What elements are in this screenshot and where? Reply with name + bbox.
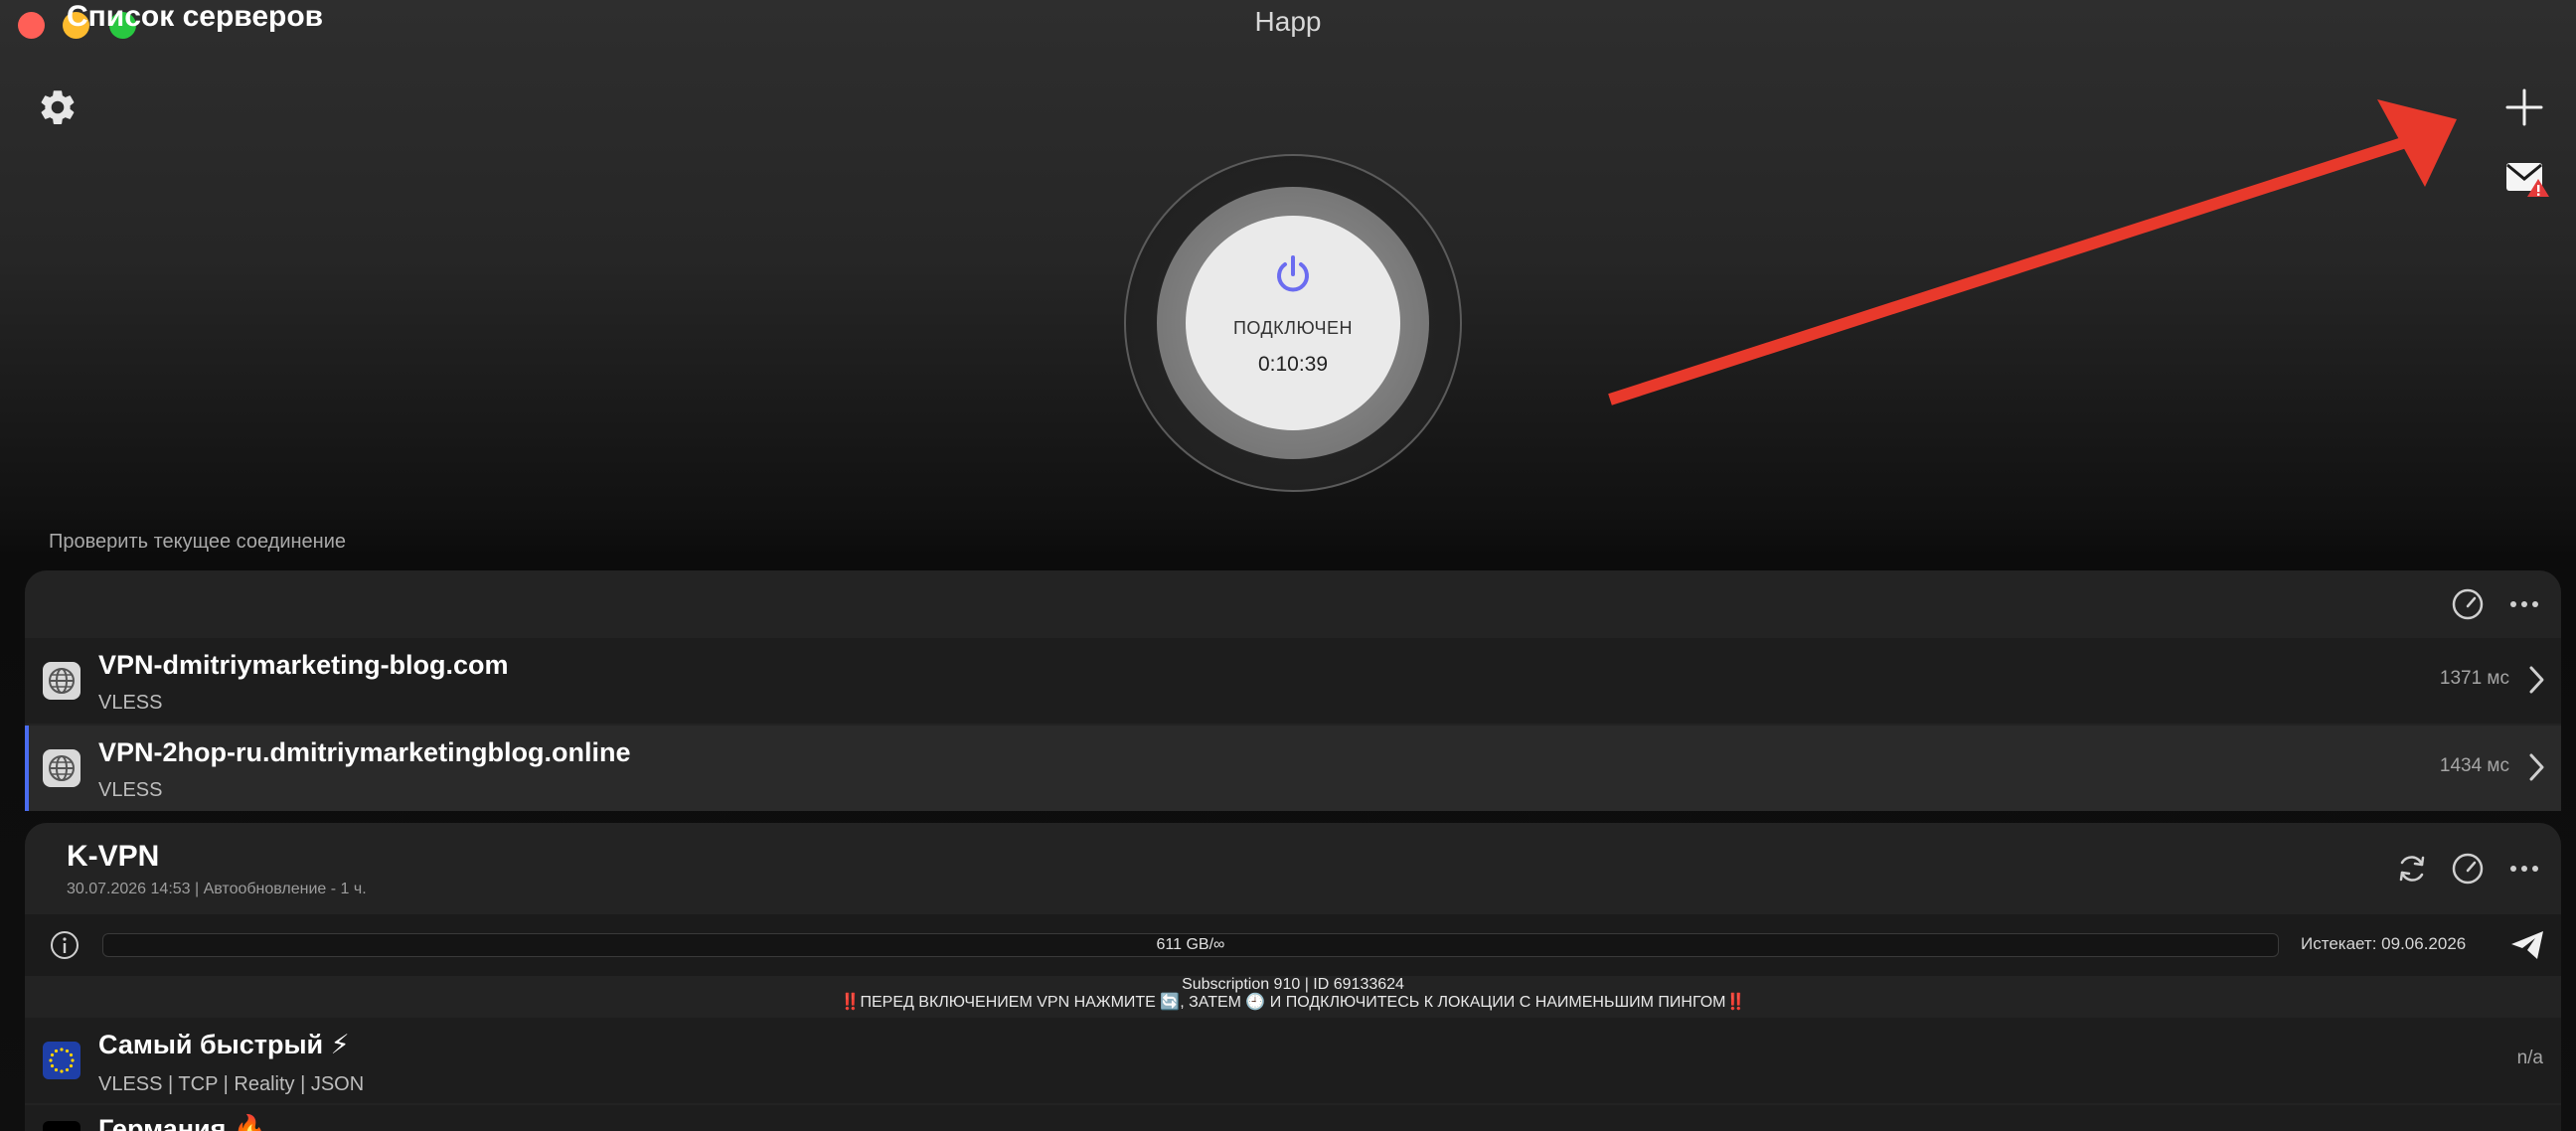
- connection-timer: 0:10:39: [1257, 352, 1329, 376]
- speedometer-icon: [2452, 588, 2484, 620]
- warning-mark: ‼️: [1725, 994, 1746, 1011]
- server-ping: 1434 мс: [2439, 755, 2509, 776]
- notifications-button[interactable]: [2504, 159, 2550, 199]
- subscription-announcement: Subscription 910 | ID 69133624 ‼️ПЕРЕД В…: [25, 976, 2561, 1016]
- location-protocol: VLESS | TCP | Reality | JSON: [98, 1073, 365, 1095]
- location-row[interactable]: Самый быстрый ⚡ VLESS | TCP | Reality | …: [25, 1018, 2561, 1103]
- traffic-row: 611 GB/∞ Истекает: 09.06.2026: [25, 914, 2561, 976]
- info-icon[interactable]: [49, 929, 80, 961]
- traffic-usage-text: 611 GB/∞: [1156, 936, 1225, 953]
- subscription-title: K-VPN: [67, 840, 160, 873]
- server-protocol: VLESS: [98, 692, 163, 714]
- annotation-arrow: [1608, 99, 2457, 405]
- eu-flag-icon: [43, 1042, 80, 1079]
- more-icon: [2510, 866, 2538, 872]
- selected-indicator: [25, 726, 29, 811]
- server-name: VPN-dmitriymarketing-blog.com: [98, 650, 509, 680]
- server-name: VPN-2hop-ru.dmitriymarketingblog.online: [98, 737, 631, 767]
- announcement-line-2: ‼️ПЕРЕД ВКЛЮЧЕНИЕМ VPN НАЖМИТЕ 🔄, ЗАТЕМ …: [25, 994, 2561, 1012]
- power-icon: [1277, 254, 1309, 291]
- settings-button[interactable]: [36, 85, 80, 129]
- server-list-more-button[interactable]: [2506, 586, 2542, 622]
- refresh-icon: [2399, 856, 2425, 882]
- expiry-date: Истекает: 09.06.2026: [2301, 934, 2467, 953]
- server-row-selected[interactable]: VPN-2hop-ru.dmitriymarketingblog.online …: [25, 726, 2561, 811]
- location-ping: n/a: [2516, 1048, 2543, 1068]
- title-bar: Happ: [0, 0, 2576, 50]
- server-ping: 1371 мс: [2439, 668, 2509, 689]
- announcement-line-1: Subscription 910 | ID 69133624: [1182, 976, 1404, 993]
- germany-flag-icon: [43, 1121, 80, 1131]
- speedometer-icon: [2452, 853, 2484, 885]
- app-window: Happ ПОДКЛЮЧЕН 0:10:39 Проверить текущее…: [0, 0, 2576, 1131]
- gear-icon: [41, 90, 75, 124]
- subscription-refresh-button[interactable]: [2394, 851, 2430, 887]
- telegram-icon[interactable]: [2509, 928, 2545, 962]
- location-row[interactable]: Германия 🔥: [25, 1105, 2561, 1131]
- announcement-text: ПЕРЕД ВКЛЮЧЕНИЕМ VPN НАЖМИТЕ 🔄, ЗАТЕМ 🕘 …: [860, 994, 1726, 1011]
- warning-mark: ‼️: [840, 994, 861, 1011]
- connection-status: ПОДКЛЮЧЕН: [1232, 317, 1354, 338]
- more-icon: [2510, 601, 2538, 607]
- subscription-more-button[interactable]: [2506, 851, 2542, 887]
- server-list-ping-button[interactable]: [2450, 586, 2486, 622]
- window-title: Happ: [1254, 6, 1322, 37]
- chevron-right-icon[interactable]: [2525, 751, 2547, 783]
- plus-icon: [2505, 88, 2543, 126]
- subscription-meta: 30.07.2026 14:53 | Автообновление - 1 ч.: [67, 881, 367, 897]
- server-list-title: Список серверов: [67, 0, 324, 33]
- globe-icon: [43, 749, 80, 787]
- check-connection-link[interactable]: Проверить текущее соединение: [49, 531, 346, 554]
- chevron-right-icon[interactable]: [2525, 664, 2547, 696]
- globe-icon: [43, 662, 80, 700]
- subscription-ping-button[interactable]: [2450, 851, 2486, 887]
- location-name: Самый быстрый ⚡: [98, 1030, 350, 1059]
- traffic-usage-bar: 611 GB/∞: [102, 933, 2279, 957]
- server-protocol: VLESS: [98, 779, 163, 801]
- add-subscription-button[interactable]: [2502, 85, 2546, 129]
- server-row[interactable]: VPN-dmitriymarketing-blog.com VLESS 1371…: [25, 638, 2561, 724]
- connect-toggle-button[interactable]: ПОДКЛЮЧЕН 0:10:39: [1186, 216, 1400, 430]
- mail-alert-icon: [2506, 163, 2549, 197]
- location-name: Германия 🔥: [98, 1114, 267, 1131]
